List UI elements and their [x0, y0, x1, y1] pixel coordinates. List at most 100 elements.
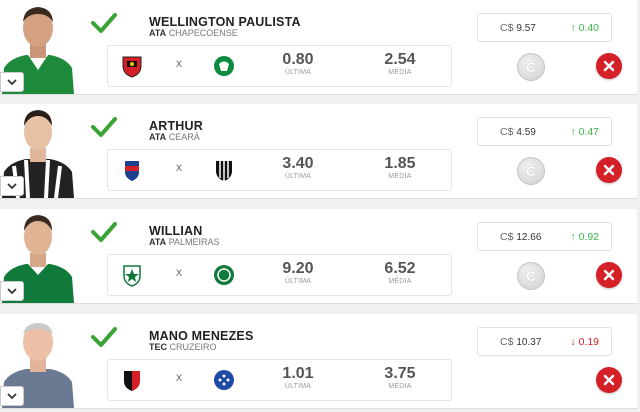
- player-club: CEARÁ: [168, 132, 200, 142]
- price: C$ 4.59: [500, 126, 536, 138]
- price-box: C$ 9.57 ↑ 0.40: [477, 13, 612, 42]
- check-icon: [91, 13, 117, 33]
- arrow-down-icon: ↓: [570, 336, 576, 348]
- check-icon: [91, 327, 117, 347]
- last-score: 1.01: [282, 365, 314, 382]
- player-club: PALMEIRAS: [168, 237, 220, 247]
- match-box: X 3.40 ÚLTIMA 1.85 MÉDIA: [107, 149, 452, 191]
- chapecoense-shield-icon: [214, 56, 234, 76]
- versus-label: X: [176, 268, 183, 278]
- expand-button[interactable]: [0, 281, 24, 301]
- arrow-up-icon: ↑: [570, 22, 576, 34]
- player-name: ARTHUR: [149, 119, 203, 133]
- currency-label: C$: [500, 231, 514, 243]
- player-meta: TEC CRUZEIRO: [149, 342, 217, 352]
- captain-button[interactable]: C: [517, 53, 545, 81]
- price: C$ 9.57: [500, 22, 536, 34]
- currency-label: C$: [500, 126, 514, 138]
- average-label: MÉDIA: [388, 69, 412, 76]
- average-score: 1.85: [384, 155, 416, 172]
- price-value: 10.37: [516, 337, 542, 348]
- player-card: WELLINGTON PAULISTA ATA CHAPECOENSE X 0.…: [0, 0, 637, 95]
- variation-value: 0.19: [578, 336, 599, 348]
- match-box: X 0.80 ÚLTIMA 2.54 MÉDIA: [107, 45, 452, 87]
- player-position: ATA: [149, 28, 167, 38]
- player-card: ARTHUR ATA CEARÁ X 3.40 ÚLTIMA 1.85 MÉDIA …: [0, 104, 637, 199]
- last-label: ÚLTIMA: [284, 69, 312, 76]
- variation-value: 0.92: [578, 231, 599, 243]
- remove-button[interactable]: [596, 157, 622, 183]
- chevron-down-icon: [7, 392, 17, 399]
- parana-shield-icon: [125, 161, 139, 181]
- vitoria-shield-icon: [124, 371, 140, 391]
- price-box: C$ 10.37 ↓ 0.19: [477, 327, 612, 356]
- player-position: ATA: [149, 132, 167, 142]
- close-icon: [603, 164, 615, 176]
- price-box: C$ 12.66 ↑ 0.92: [477, 222, 612, 251]
- average-label: MÉDIA: [388, 278, 412, 285]
- currency-label: C$: [500, 22, 514, 34]
- player-meta: ATA PALMEIRAS: [149, 237, 220, 247]
- average-label: MÉDIA: [388, 383, 412, 390]
- america-mg-shield-icon: [123, 265, 141, 287]
- check-icon: [91, 222, 117, 242]
- player-club: CRUZEIRO: [169, 342, 217, 352]
- versus-label: X: [176, 373, 183, 383]
- player-name: WELLINGTON PAULISTA: [149, 15, 301, 29]
- average-score: 6.52: [384, 260, 416, 277]
- chevron-down-icon: [7, 287, 17, 294]
- close-icon: [603, 374, 615, 386]
- match-box: X 1.01 ÚLTIMA 3.75 MÉDIA: [107, 359, 452, 401]
- average-score: 2.54: [384, 51, 416, 68]
- captain-button[interactable]: C: [517, 157, 545, 185]
- currency-label: C$: [500, 336, 514, 348]
- last-score: 3.40: [282, 155, 314, 172]
- average-label: MÉDIA: [388, 173, 412, 180]
- chevron-down-icon: [7, 78, 17, 85]
- player-position: TEC: [149, 342, 167, 352]
- expand-button[interactable]: [0, 72, 24, 92]
- player-club: CHAPECOENSE: [168, 28, 238, 38]
- chevron-down-icon: [7, 182, 17, 189]
- price-value: 4.59: [516, 127, 536, 138]
- player-position: ATA: [149, 237, 167, 247]
- average-score: 3.75: [384, 365, 416, 382]
- price-variation: ↑ 0.92: [570, 231, 599, 243]
- expand-button[interactable]: [0, 386, 24, 406]
- price-value: 12.66: [516, 232, 542, 243]
- ceara-shield-icon: [216, 161, 232, 181]
- cruzeiro-shield-icon: [214, 370, 234, 390]
- price-variation: ↑ 0.40: [570, 22, 599, 34]
- remove-button[interactable]: [596, 53, 622, 79]
- close-icon: [603, 269, 615, 281]
- palmeiras-shield-icon: [214, 265, 234, 285]
- versus-label: X: [176, 163, 183, 173]
- match-box: X 9.20 ÚLTIMA 6.52 MÉDIA: [107, 254, 452, 296]
- variation-value: 0.40: [578, 22, 599, 34]
- sport-shield-icon: [122, 56, 142, 78]
- close-icon: [603, 60, 615, 72]
- last-label: ÚLTIMA: [284, 383, 312, 390]
- player-name: WILLIAN: [149, 224, 203, 238]
- price-variation: ↑ 0.47: [570, 126, 599, 138]
- variation-value: 0.47: [578, 126, 599, 138]
- price-box: C$ 4.59 ↑ 0.47: [477, 117, 612, 146]
- last-score: 9.20: [282, 260, 314, 277]
- player-card: WILLIAN ATA PALMEIRAS X 9.20 ÚLTIMA 6.52 M…: [0, 209, 637, 304]
- price: C$ 12.66: [500, 231, 541, 243]
- last-label: ÚLTIMA: [284, 278, 312, 285]
- last-label: ÚLTIMA: [284, 173, 312, 180]
- price-value: 9.57: [516, 23, 536, 34]
- last-score: 0.80: [282, 51, 314, 68]
- versus-label: X: [176, 59, 183, 69]
- arrow-up-icon: ↑: [570, 231, 576, 243]
- arrow-up-icon: ↑: [570, 126, 576, 138]
- expand-button[interactable]: [0, 176, 24, 196]
- player-name: MANO MENEZES: [149, 329, 254, 343]
- captain-button[interactable]: C: [517, 262, 545, 290]
- player-meta: ATA CEARÁ: [149, 132, 200, 142]
- remove-button[interactable]: [596, 367, 622, 393]
- price: C$ 10.37: [500, 336, 541, 348]
- player-card: MANO MENEZES TEC CRUZEIRO X 1.01 ÚLTIMA 3…: [0, 314, 637, 409]
- remove-button[interactable]: [596, 262, 622, 288]
